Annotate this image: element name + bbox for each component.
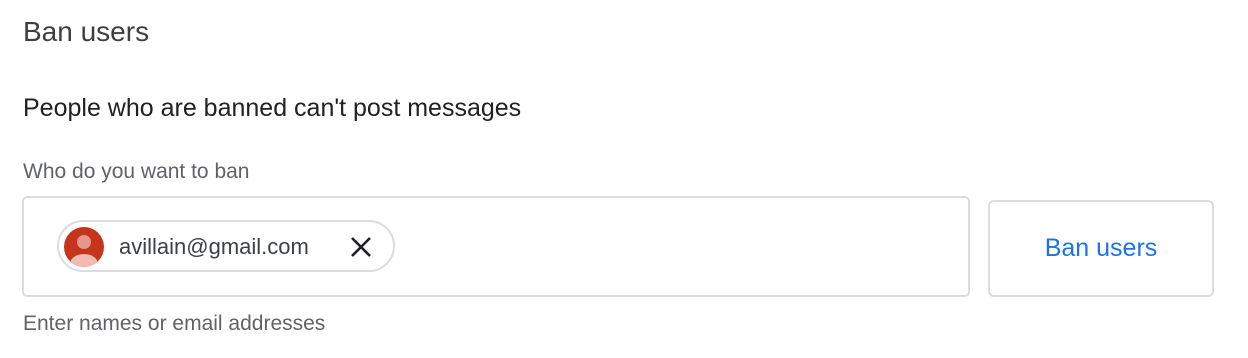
chip-remove-button[interactable] xyxy=(347,233,375,261)
section-title: Ban users xyxy=(23,16,150,47)
section-description: People who are banned can't post message… xyxy=(23,94,522,122)
ban-field-label: Who do you want to ban xyxy=(23,160,250,183)
avatar xyxy=(64,227,104,267)
user-chip: avillain@gmail.com xyxy=(57,220,395,272)
ban-users-button[interactable]: Ban users xyxy=(988,200,1214,297)
close-icon xyxy=(351,237,371,257)
ban-users-input[interactable]: avillain@gmail.com xyxy=(22,196,970,297)
person-icon xyxy=(70,235,98,267)
helper-text: Enter names or email addresses xyxy=(23,312,326,335)
chip-email: avillain@gmail.com xyxy=(119,234,309,259)
